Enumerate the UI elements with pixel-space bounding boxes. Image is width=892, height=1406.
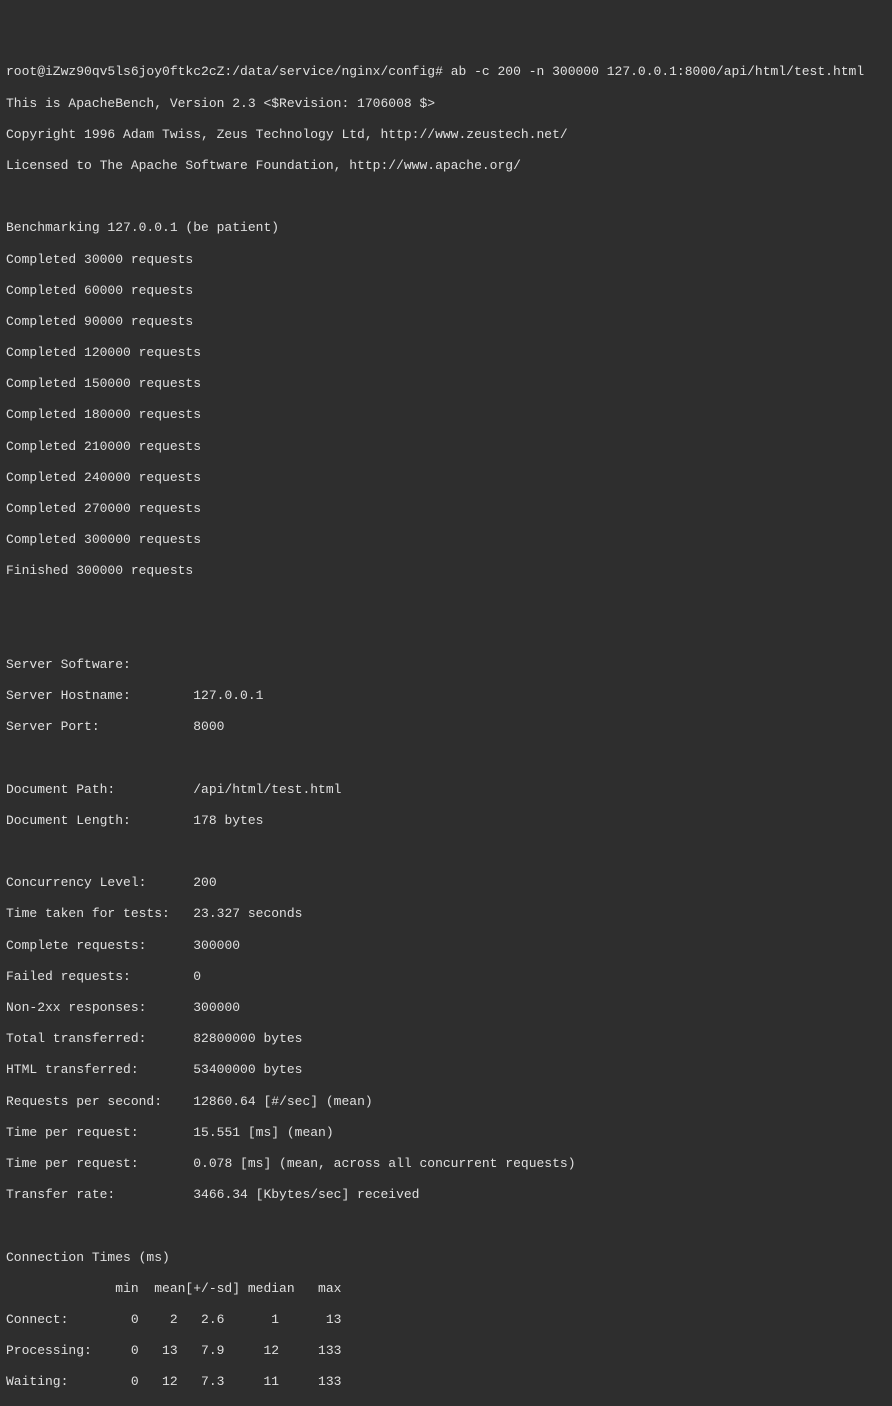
progress-line: Completed 270000 requests: [6, 501, 886, 517]
conn-processing: Processing: 0 13 7.9 12 133: [6, 1343, 886, 1359]
time-per-request-1: Time per request: 15.551 [ms] (mean): [6, 1125, 886, 1141]
complete-requests: Complete requests: 300000: [6, 938, 886, 954]
failed-requests: Failed requests: 0: [6, 969, 886, 985]
progress-line: Completed 240000 requests: [6, 470, 886, 486]
progress-line: Completed 180000 requests: [6, 407, 886, 423]
conn-connect: Connect: 0 2 2.6 1 13: [6, 1312, 886, 1328]
blank-line: [6, 189, 886, 205]
progress-line: Completed 150000 requests: [6, 376, 886, 392]
blank-line: [6, 626, 886, 642]
conn-total: Total: 1 16 7.6 14 133: [6, 1405, 886, 1406]
progress-line: Completed 90000 requests: [6, 314, 886, 330]
concurrency: Concurrency Level: 200: [6, 875, 886, 891]
time-per-request-2: Time per request: 0.078 [ms] (mean, acro…: [6, 1156, 886, 1172]
command-text: ab -c 200 -n 300000 127.0.0.1:8000/api/h…: [451, 64, 864, 79]
blank-line: [6, 1218, 886, 1234]
server-port: Server Port: 8000: [6, 719, 886, 735]
blank-line: [6, 751, 886, 767]
time-taken: Time taken for tests: 23.327 seconds: [6, 906, 886, 922]
total-transferred: Total transferred: 82800000 bytes: [6, 1031, 886, 1047]
requests-per-second: Requests per second: 12860.64 [#/sec] (m…: [6, 1094, 886, 1110]
html-transferred: HTML transferred: 53400000 bytes: [6, 1062, 886, 1078]
server-software: Server Software:: [6, 657, 886, 673]
progress-line: Completed 120000 requests: [6, 345, 886, 361]
progress-line: Completed 30000 requests: [6, 252, 886, 268]
non-2xx: Non-2xx responses: 300000: [6, 1000, 886, 1016]
ab-header-3: Licensed to The Apache Software Foundati…: [6, 158, 886, 174]
conn-times-subheader: min mean[+/-sd] median max: [6, 1281, 886, 1297]
doc-length: Document Length: 178 bytes: [6, 813, 886, 829]
prompt-line[interactable]: root@iZwz90qv5ls6joy0ftkc2cZ:/data/servi…: [6, 64, 886, 80]
doc-path: Document Path: /api/html/test.html: [6, 782, 886, 798]
transfer-rate: Transfer rate: 3466.34 [Kbytes/sec] rece…: [6, 1187, 886, 1203]
conn-times-header: Connection Times (ms): [6, 1250, 886, 1266]
progress-line: Completed 60000 requests: [6, 283, 886, 299]
ab-header-2: Copyright 1996 Adam Twiss, Zeus Technolo…: [6, 127, 886, 143]
progress-line: Completed 300000 requests: [6, 532, 886, 548]
progress-line: Completed 210000 requests: [6, 439, 886, 455]
benchmarking-line: Benchmarking 127.0.0.1 (be patient): [6, 220, 886, 236]
conn-waiting: Waiting: 0 12 7.3 11 133: [6, 1374, 886, 1390]
progress-line: Finished 300000 requests: [6, 563, 886, 579]
blank-line: [6, 844, 886, 860]
server-hostname: Server Hostname: 127.0.0.1: [6, 688, 886, 704]
blank-line: [6, 595, 886, 611]
shell-prompt: root@iZwz90qv5ls6joy0ftkc2cZ:/data/servi…: [6, 64, 451, 79]
ab-header-1: This is ApacheBench, Version 2.3 <$Revis…: [6, 96, 886, 112]
